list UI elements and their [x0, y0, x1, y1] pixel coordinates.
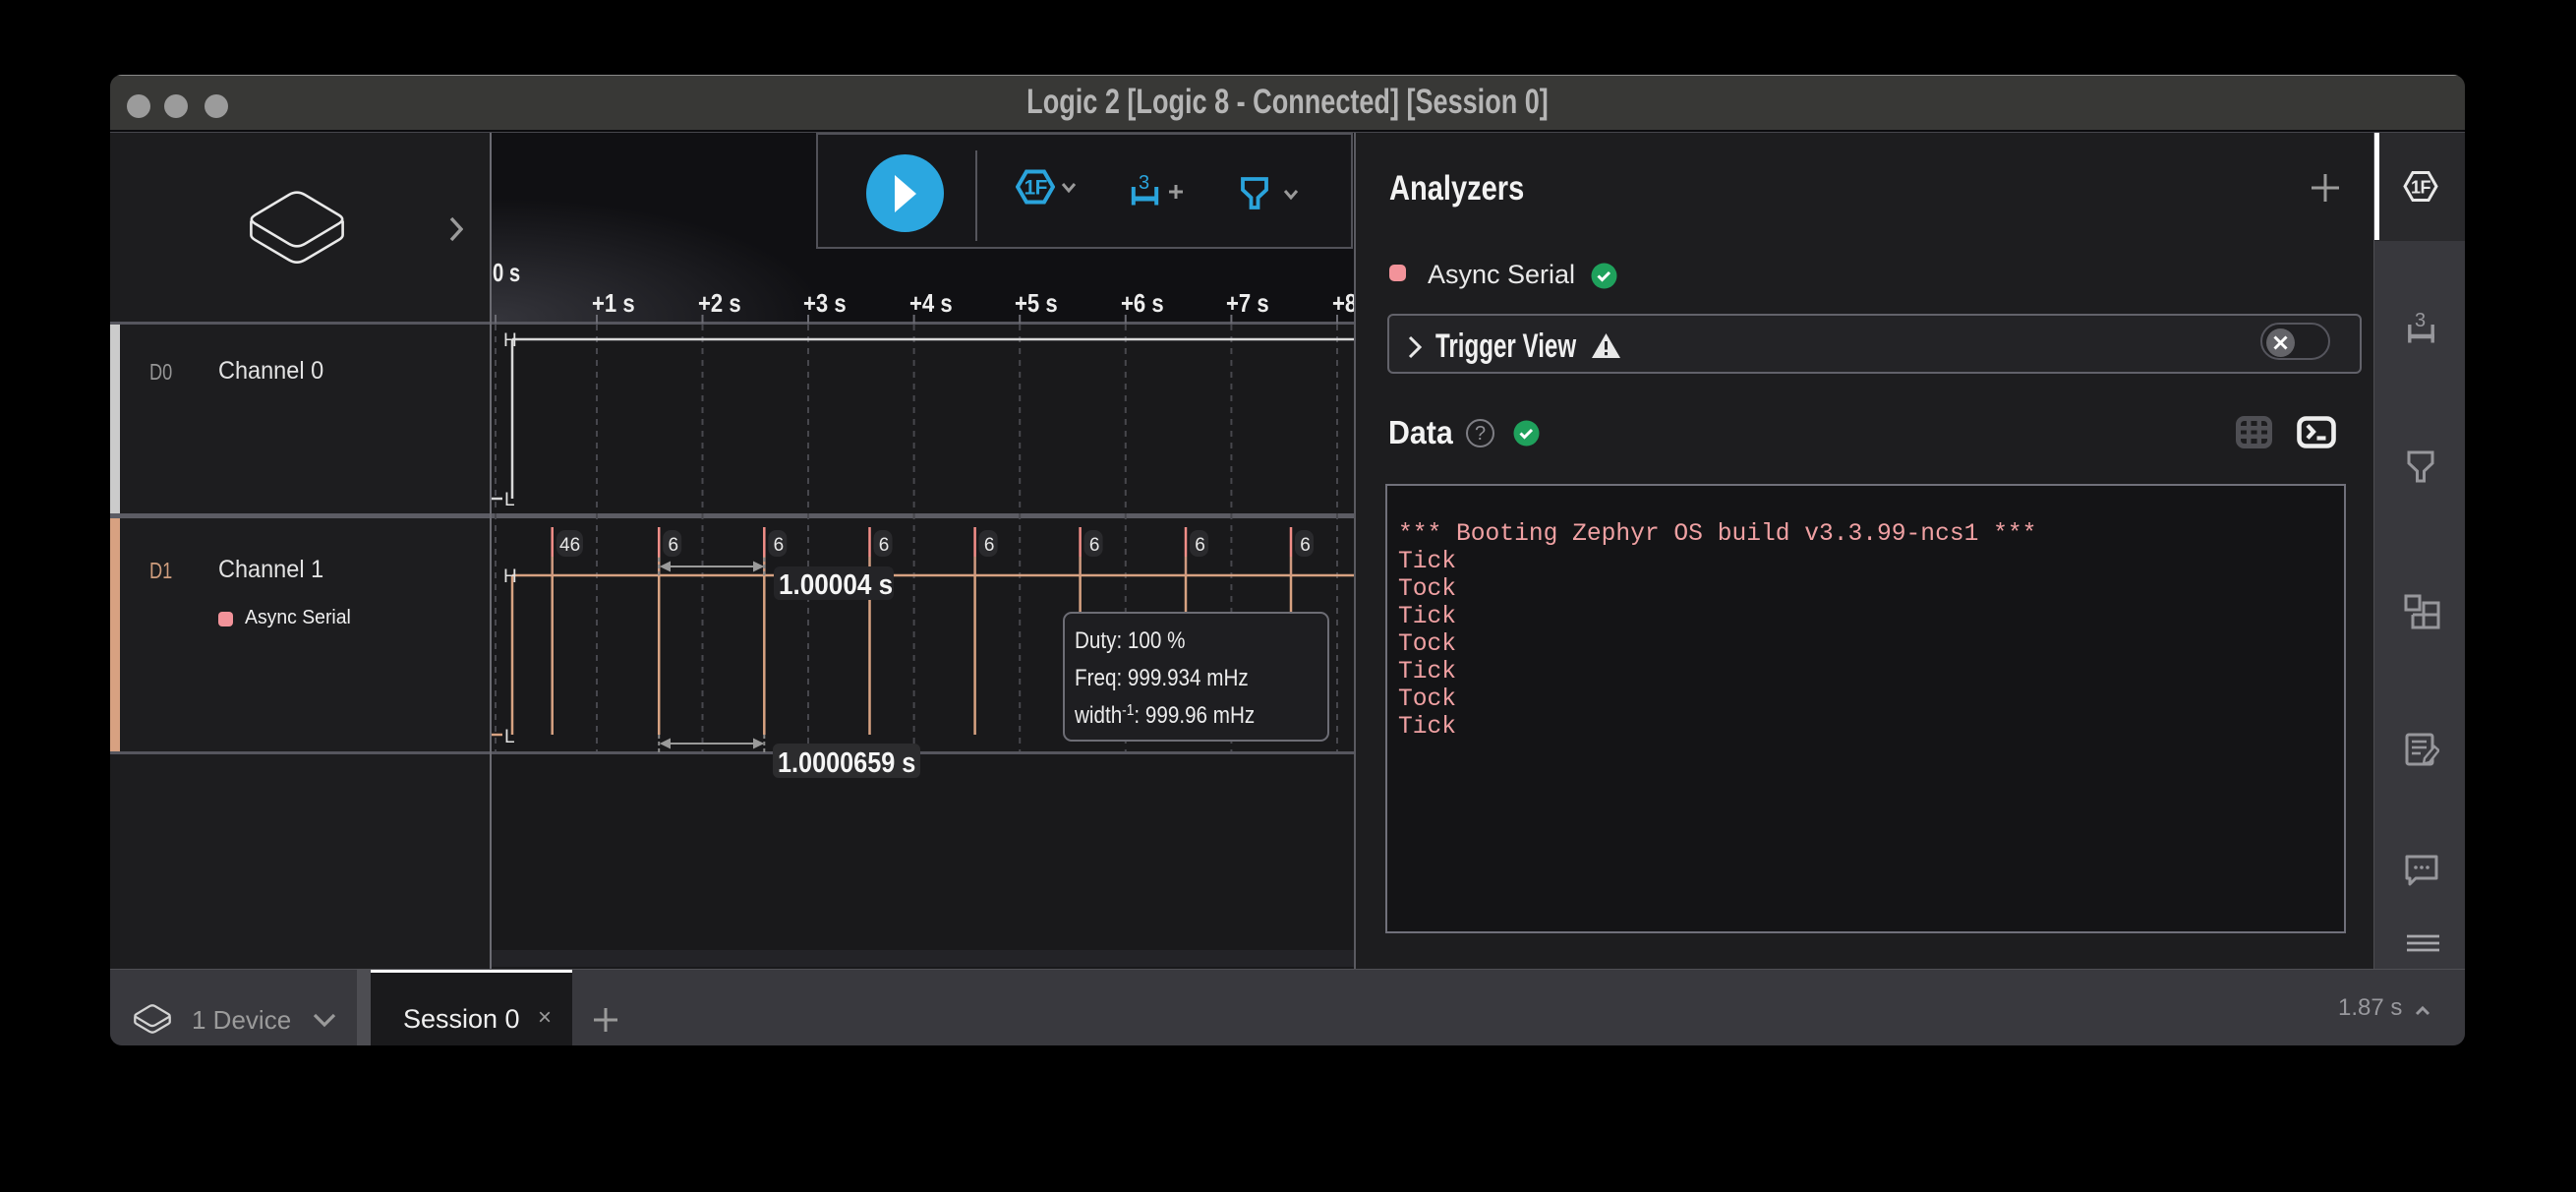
- svg-text:3: 3: [1139, 174, 1149, 194]
- svg-text:6: 6: [1195, 535, 1205, 556]
- svg-text:46: 46: [559, 535, 580, 556]
- svg-text:1F: 1F: [1025, 177, 1048, 200]
- svg-text:6: 6: [984, 535, 995, 556]
- svg-text:6: 6: [774, 535, 785, 556]
- svg-text:H: H: [503, 330, 517, 351]
- svg-text:6: 6: [1089, 535, 1100, 556]
- svg-text:H: H: [503, 566, 517, 587]
- svg-text:6: 6: [1300, 535, 1311, 556]
- svg-text:6: 6: [879, 535, 890, 556]
- svg-text:3: 3: [2415, 312, 2426, 331]
- svg-text:1F: 1F: [2411, 178, 2431, 198]
- svg-text:L: L: [504, 727, 515, 747]
- svg-text:6: 6: [669, 535, 679, 556]
- svg-text:L: L: [504, 490, 515, 510]
